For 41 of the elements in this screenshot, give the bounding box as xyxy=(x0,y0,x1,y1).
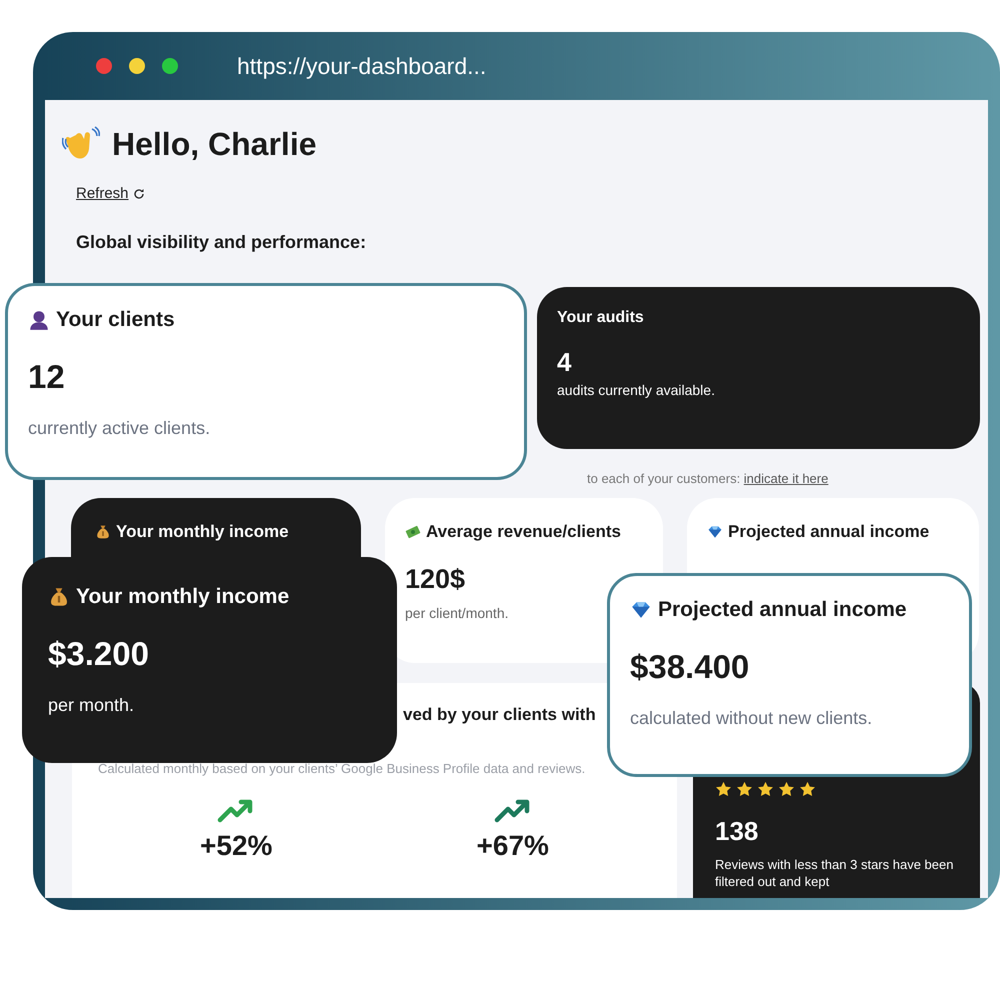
money-bag-icon xyxy=(95,524,111,540)
card-caption: currently active clients. xyxy=(28,418,212,439)
card-title: Projected annual income xyxy=(658,598,907,622)
star-icon xyxy=(778,781,795,798)
growth-value: +67% xyxy=(476,830,549,862)
card-caption: calculated without new clients. xyxy=(630,708,874,729)
card-title: Your monthly income xyxy=(116,522,289,542)
maximize-dot-icon[interactable] xyxy=(162,58,178,74)
card-title: Your monthly income xyxy=(76,585,290,609)
section-title: Global visibility and performance: xyxy=(76,232,368,253)
update-note: to each of your customers: indicate it here xyxy=(587,471,830,486)
star-icon xyxy=(799,781,816,798)
close-dot-icon[interactable] xyxy=(96,58,112,74)
card-title: Your audits xyxy=(557,309,645,327)
person-icon xyxy=(28,309,50,331)
star-icon xyxy=(715,781,732,798)
audit-count: 4 xyxy=(557,347,572,378)
card-caption: per client/month. xyxy=(405,605,510,621)
card-caption: Reviews with less than 3 stars have been filtered out and kept xyxy=(715,857,954,891)
card-title: Your clients xyxy=(56,308,175,332)
refresh-icon xyxy=(132,188,145,200)
card-value: $38.400 xyxy=(630,648,750,686)
card-caption: per month. xyxy=(48,695,136,716)
card-caption: audits currently available. xyxy=(557,382,716,398)
address-bar[interactable]: https://your-dashboard... xyxy=(237,52,486,80)
card-title: Average revenue/clients xyxy=(426,522,621,542)
growth-value: +52% xyxy=(200,830,272,862)
star-icon xyxy=(736,781,753,798)
minimize-dot-icon[interactable] xyxy=(129,58,145,74)
indicate-link[interactable]: indicate it here xyxy=(744,471,828,486)
greeting-heading: Hello, Charlie xyxy=(112,126,316,162)
star-icon xyxy=(757,781,774,798)
refresh-link[interactable]: Refresh xyxy=(76,185,145,202)
diamond-icon xyxy=(707,524,723,540)
card-value: 12 xyxy=(28,358,66,396)
review-count: 138 xyxy=(715,816,760,847)
card-value: $3.200 xyxy=(48,635,150,673)
panel-subtitle: Calculated monthly based on your clients’ Google Business Profile data and reviews. xyxy=(98,761,586,776)
money-bag-icon xyxy=(48,586,70,608)
card-title: Projected annual income xyxy=(728,522,930,542)
card-value: 120$ xyxy=(405,564,466,595)
